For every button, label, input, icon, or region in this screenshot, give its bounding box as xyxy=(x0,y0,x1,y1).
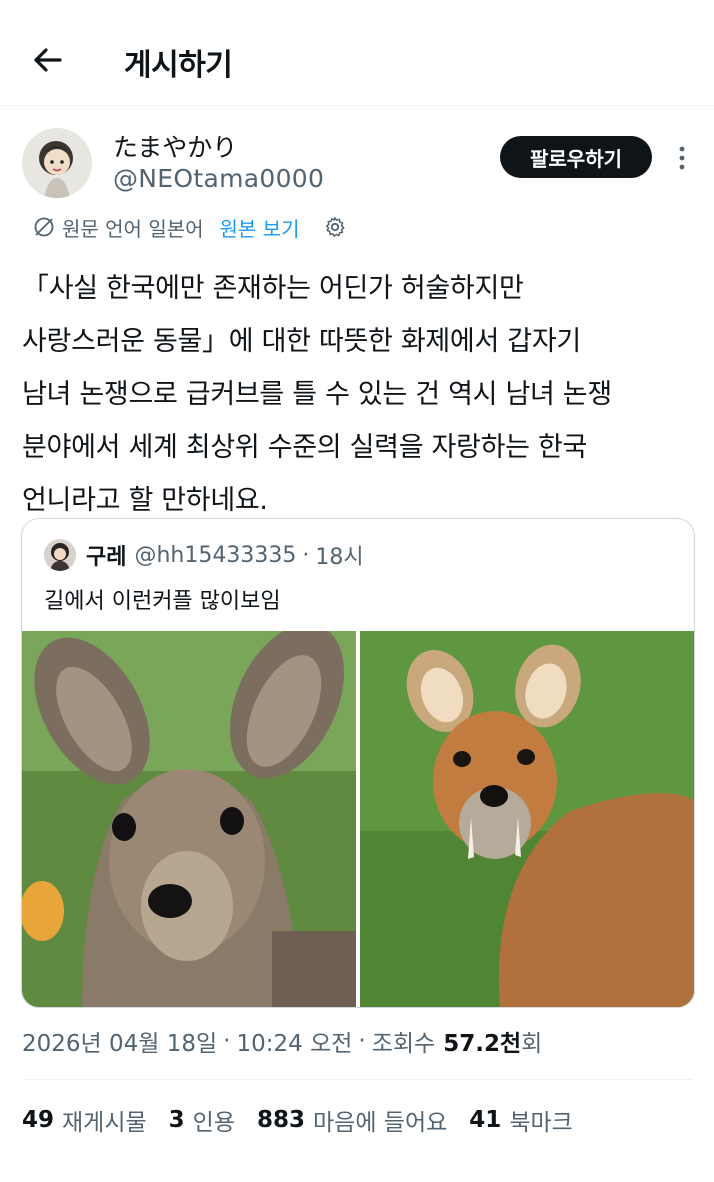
author-handle[interactable]: @NEOtama0000 xyxy=(113,164,324,193)
page-title: 게시하기 xyxy=(124,48,233,83)
engagement-stats: 49 재게시물 3 인용 883 마음에 들어요 41 북마크 xyxy=(22,1100,595,1140)
media-image-deer-left[interactable] xyxy=(22,623,356,1007)
separator-dot: · xyxy=(223,1028,231,1054)
arrow-left-icon xyxy=(34,48,62,72)
bookmarks-stat[interactable]: 41 북마크 xyxy=(469,1103,573,1137)
reposts-label: 재게시물 xyxy=(62,1110,147,1136)
tweet-text-line: 남녀 논쟁으로 급커브를 틀 수 있는 건 역시 남녀 논쟁 xyxy=(22,379,612,410)
likes-label: 마음에 들어요 xyxy=(313,1110,448,1136)
top-bar: 게시하기 xyxy=(0,0,714,106)
likes-count: 883 xyxy=(257,1107,306,1133)
bookmarks-label: 북마크 xyxy=(509,1110,573,1136)
tweet-text-line: 분야에서 세계 최상위 수준의 실력을 자랑하는 한국 xyxy=(22,432,588,463)
views-suffix: 회 xyxy=(521,1031,543,1057)
views-count[interactable]: 57.2천 xyxy=(443,1024,521,1058)
quoted-timestamp: 18시 xyxy=(315,545,364,570)
follow-button[interactable]: 팔로우하기 xyxy=(500,136,652,178)
quotes-label: 인용 xyxy=(192,1110,235,1136)
views-label: 조회수 xyxy=(371,1031,436,1057)
tweet-text-line: 사랑스러운 동물」에 대한 따뜻한 화제에서 갑자기 xyxy=(22,326,581,357)
post-date: 2026년 04월 18일 xyxy=(22,1031,218,1057)
show-original-link[interactable]: 원본 보기 xyxy=(220,213,300,242)
gear-icon[interactable] xyxy=(323,215,347,239)
quoted-author-handle: @hh15433335 xyxy=(134,542,297,568)
quoted-tweet[interactable]: 구레 @hh15433335 · 18시 길에서 이런커플 많이보임 xyxy=(21,518,695,1008)
bookmarks-count: 41 xyxy=(469,1107,502,1133)
author-row: たまやかり @NEOtama0000 팔로우하기 xyxy=(22,128,692,200)
media-image-deer-right[interactable] xyxy=(360,631,694,1007)
quoted-tweet-text: 길에서 이런커플 많이보임 xyxy=(44,589,281,614)
reposts-count: 49 xyxy=(22,1107,55,1133)
divider xyxy=(22,1079,692,1080)
tweet-text: 「사실 한국에만 존재하는 어딘가 허술하지만 사랑스러운 동물」에 대한 따뜻… xyxy=(22,262,702,527)
separator-dot: · xyxy=(302,542,310,568)
author-display-name[interactable]: たまやかり xyxy=(113,128,237,164)
quoted-tweet-header: 구레 @hh15433335 · 18시 xyxy=(44,539,364,571)
translation-bar: 원문 언어 일본어 원본 보기 xyxy=(32,212,347,242)
avatar[interactable] xyxy=(22,128,92,198)
separator-dot: · xyxy=(358,1028,366,1054)
post-time: 10:24 오전 xyxy=(236,1031,353,1057)
quotes-count: 3 xyxy=(168,1107,185,1133)
likes-stat[interactable]: 883 마음에 들어요 xyxy=(257,1103,447,1137)
quotes-stat[interactable]: 3 인용 xyxy=(169,1103,235,1137)
back-button[interactable] xyxy=(26,38,70,82)
more-options-button[interactable] xyxy=(670,140,694,176)
reposts-stat[interactable]: 49 재게시물 xyxy=(22,1103,147,1137)
quoted-avatar xyxy=(44,539,76,571)
original-language-label: 원문 언어 일본어 xyxy=(62,216,204,241)
post-meta: 2026년 04월 18일 · 10:24 오전 · 조회수 57.2천 회 xyxy=(22,1022,542,1060)
quoted-author-name: 구레 xyxy=(86,545,127,570)
tweet-text-line: 「사실 한국에만 존재하는 어딘가 허술하지만 xyxy=(22,273,524,304)
translate-icon xyxy=(34,217,54,237)
more-vertical-icon xyxy=(679,146,685,170)
